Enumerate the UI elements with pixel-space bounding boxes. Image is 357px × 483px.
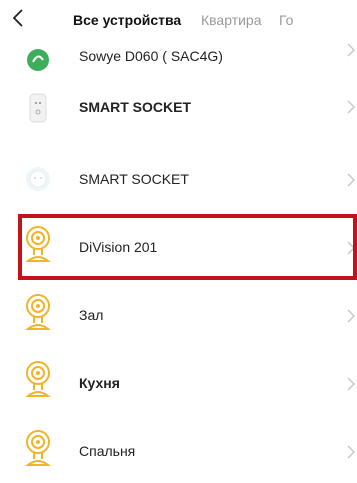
camera-icon	[22, 225, 54, 265]
device-label: DiVision 201	[79, 239, 158, 255]
device-row-zal[interactable]: Зал	[0, 280, 357, 352]
device-row-smart-socket-2[interactable]: SMART SOCKET	[0, 143, 357, 215]
device-row-spalnya[interactable]: Спальня	[0, 411, 357, 483]
back-arrow-icon[interactable]	[6, 4, 30, 32]
smart-socket-round-icon	[22, 159, 54, 199]
device-label: Кухня	[79, 375, 120, 391]
device-label: Спальня	[79, 443, 136, 459]
chevron-right-icon	[345, 172, 357, 188]
device-label: Sowye D060 ( SAC4G)	[79, 48, 223, 64]
device-label: SMART SOCKET	[79, 99, 191, 115]
device-row-division-201[interactable]: DiVision 201	[0, 211, 357, 283]
tab-apartment[interactable]: Квартира	[201, 12, 262, 28]
chevron-right-icon	[345, 376, 357, 392]
chevron-right-icon	[345, 444, 357, 460]
device-label: Зал	[79, 307, 104, 323]
device-row-kukhnya[interactable]: Кухня	[0, 347, 357, 419]
camera-icon	[22, 293, 54, 333]
smart-socket-icon	[22, 88, 54, 128]
camera-icon	[22, 360, 54, 400]
tab-third[interactable]: Го	[279, 12, 293, 28]
chevron-right-icon	[345, 42, 357, 58]
tab-all-devices[interactable]: Все устройства	[73, 12, 181, 28]
device-list: Sowye D060 ( SAC4G) SMART SOCKET SMART S…	[0, 0, 357, 476]
top-navigation-bar: Все устройства Квартира Го	[0, 0, 357, 42]
camera-icon	[22, 429, 54, 469]
device-row-smart-socket-1[interactable]: SMART SOCKET	[0, 70, 357, 142]
chevron-right-icon	[345, 308, 357, 324]
chevron-right-icon	[345, 99, 357, 115]
chevron-right-icon	[345, 240, 357, 256]
device-label: SMART SOCKET	[79, 171, 189, 187]
